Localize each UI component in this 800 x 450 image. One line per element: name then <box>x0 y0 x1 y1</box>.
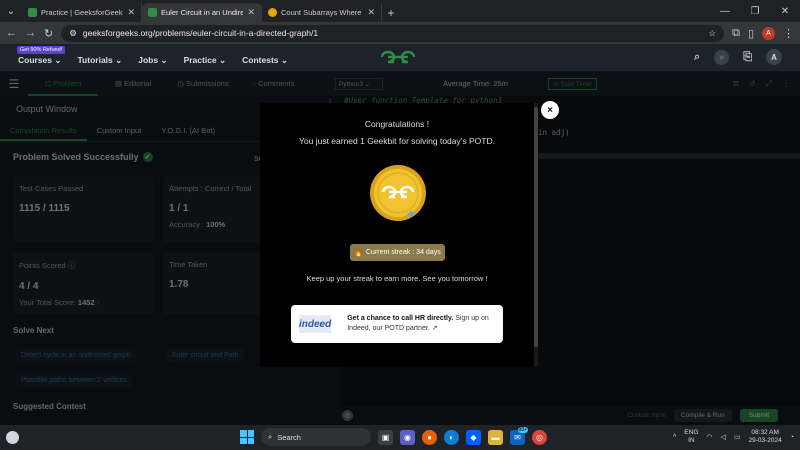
keep-up-text: Keep up your streak to earn more. See yo… <box>306 274 488 283</box>
wifi-icon[interactable]: ◠ <box>706 433 712 441</box>
nav-tutorials[interactable]: Tutorials ⌄ <box>78 55 123 66</box>
extensions-icon[interactable]: ⧉ <box>732 27 740 40</box>
back-icon[interactable]: ← <box>6 27 17 39</box>
leetcode-favicon-icon <box>268 8 277 17</box>
search-icon[interactable]: ⌕ <box>694 51 700 64</box>
close-modal-button[interactable]: × <box>541 101 559 119</box>
minimize-icon[interactable]: — <box>710 6 740 17</box>
potd-congrats-modal: Congratulations ! You just earned 1 Geek… <box>260 103 538 367</box>
modal-scrollbar[interactable] <box>534 103 538 367</box>
task-view-icon[interactable]: ▣ <box>378 429 393 445</box>
file-explorer-icon[interactable]: ▬ <box>488 429 503 445</box>
bookmark-star-icon[interactable]: ☆ <box>708 28 716 39</box>
browser-tab-count-subarrays[interactable]: Count Subarrays Where Max El ✕ <box>262 3 382 22</box>
user-avatar[interactable]: A <box>766 49 782 65</box>
teams-icon[interactable]: ◉ <box>400 429 415 445</box>
chrome-icon[interactable]: ◎ <box>532 429 547 445</box>
gfg-nav-right: ⌕ ☼ ⎘ A <box>694 49 782 65</box>
gfg-logo-icon[interactable] <box>378 49 418 65</box>
dropbox-icon[interactable]: ◆ <box>466 429 481 445</box>
window-controls: — ❐ ✕ <box>710 0 800 22</box>
browser-toolbar: ← → ↻ ⚙ geeksforgeeks.org/problems/euler… <box>0 22 800 44</box>
site-info-icon[interactable]: ⚙ <box>69 28 77 39</box>
close-window-icon[interactable]: ✕ <box>770 6 800 17</box>
close-tab-icon[interactable]: ✕ <box>247 7 255 18</box>
close-tab-icon[interactable]: ✕ <box>127 7 135 18</box>
modal-subtitle: You just earned 1 Geekbit for solving to… <box>299 136 495 146</box>
system-tray: ^ ENG IN ◠ ◁ ▭ 08:32 AM 29-03-2024 ◔ <box>673 429 794 446</box>
gfg-favicon-icon <box>148 8 157 17</box>
modal-title: Congratulations ! <box>364 119 430 129</box>
browser-tab-strip: ⌄ Practice | GeeksforGeeks | A co ✕ Eule… <box>0 0 800 22</box>
nav-courses[interactable]: Courses ⌄ <box>18 55 62 66</box>
notification-bell-icon[interactable]: ◔ <box>790 434 794 441</box>
search-icon: ⌕ <box>268 432 273 441</box>
new-tab-button[interactable]: + <box>382 3 400 22</box>
menu-dots-icon[interactable]: ⋮ <box>783 27 794 40</box>
reload-icon[interactable]: ↻ <box>44 27 53 40</box>
firefox-icon[interactable]: ● <box>422 429 437 445</box>
address-bar[interactable]: ⚙ geeksforgeeks.org/problems/euler-circu… <box>61 24 725 42</box>
current-streak-badge: 🔥 Current streak : 34 days <box>350 244 445 261</box>
browser-tab-euler-circuit[interactable]: Euler Circuit in an Undirected G ✕ <box>142 3 262 22</box>
fire-icon: 🔥 <box>354 249 363 257</box>
indeed-promo-card[interactable]: indeed Get a chance to call HR directly.… <box>291 305 503 343</box>
external-link-icon[interactable]: ↗ <box>432 325 438 332</box>
language-indicator[interactable]: ENG IN <box>684 429 698 446</box>
battery-icon[interactable]: ▭ <box>734 433 741 441</box>
theme-toggle-icon[interactable]: ☼ <box>714 49 730 65</box>
indeed-logo: indeed <box>299 315 332 333</box>
forward-icon[interactable]: → <box>25 27 36 39</box>
url-text: geeksforgeeks.org/problems/euler-circuit… <box>82 28 319 38</box>
taskbar-search[interactable]: ⌕ Search <box>261 428 371 446</box>
nav-contests[interactable]: Contests ⌄ <box>242 55 288 66</box>
edge-icon[interactable]: ◐ <box>444 429 459 445</box>
browser-tab-practice[interactable]: Practice | GeeksforGeeks | A co ✕ <box>22 3 142 22</box>
gfg-favicon-icon <box>28 8 37 17</box>
restore-icon[interactable]: ❐ <box>740 6 770 17</box>
notes-icon[interactable]: ⎘ <box>743 51 752 64</box>
mail-icon[interactable]: ✉ 99+ <box>510 426 528 445</box>
profile-avatar[interactable]: A <box>762 26 775 40</box>
nav-jobs[interactable]: Jobs ⌄ <box>138 55 167 66</box>
clock[interactable]: 08:32 AM 29-03-2024 <box>749 429 782 446</box>
gfg-navbar: Get 90% Refund! Courses ⌄ Tutorials ⌄ Jo… <box>0 44 800 71</box>
close-tab-icon[interactable]: ✕ <box>367 7 375 18</box>
windows-taskbar: ⌕ Search ▣ ◉ ● ◐ ◆ ▬ ✉ 99+ ◎ ^ ENG IN ◠ ◁ … <box>0 425 800 450</box>
tab-search-icon[interactable]: ⌄ <box>0 0 22 22</box>
volume-icon[interactable]: ◁ <box>721 433 726 441</box>
chevron-up-icon[interactable]: ^ <box>673 434 676 441</box>
nav-practice[interactable]: Practice ⌄ <box>184 55 227 66</box>
side-panel-icon[interactable]: ▯ <box>748 27 754 40</box>
windows-start-icon[interactable] <box>240 430 254 444</box>
refund-badge[interactable]: Get 90% Refund! <box>17 46 66 54</box>
weather-icon[interactable] <box>6 431 19 444</box>
geekbit-coin-icon <box>370 165 426 221</box>
